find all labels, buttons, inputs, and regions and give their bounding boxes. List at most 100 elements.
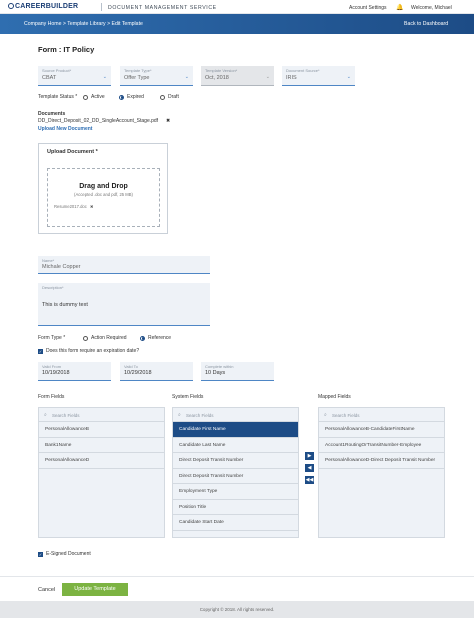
radio-selected-icon (140, 335, 145, 341)
esigned-checkbox[interactable]: ✓ E-Signed Document (38, 551, 91, 557)
status-option-label: Draft (168, 94, 179, 100)
form-type-label: Form Type * (38, 335, 66, 341)
system-fields-panel: ⌕ Search Fields Candidate First Name Cand… (172, 407, 299, 538)
top-header: CAREERBUILDER DOCUMENT MANAGEMENT SERVIC… (0, 0, 474, 14)
expiration-checkbox-label: Does this form require an expiration dat… (46, 348, 140, 354)
complete-within-value: 10 Days (205, 370, 226, 376)
list-item[interactable]: PersonalAllowanceB (39, 422, 164, 438)
search-icon: ⌕ (44, 411, 47, 418)
mapped-fields-search[interactable]: ⌕ Search Fields (319, 408, 444, 422)
list-item[interactable]: Bank1Name (39, 438, 164, 453)
search-icon: ⌕ (324, 411, 327, 418)
name-value: Michale Copper (42, 264, 81, 270)
list-item[interactable]: Position Title (173, 500, 298, 515)
search-icon: ⌕ (178, 411, 181, 418)
logo-mark-icon (8, 3, 14, 9)
template-type-label: Template Type* (124, 68, 152, 73)
drop-zone[interactable]: Drag and Drop (Accepted .doc and pdf, 25… (47, 168, 160, 227)
copyright-text: Copyright © 2018. All rights reserved. (199, 607, 275, 612)
chevron-down-icon: ⌄ (265, 74, 270, 80)
radio-icon (83, 335, 88, 341)
form-fields-title: Form Fields (38, 394, 65, 400)
source-product-label: Source Product* (42, 68, 72, 73)
source-product-value: CBAT (42, 75, 57, 81)
expiration-checkbox[interactable]: ✓ Does this form require an expiration da… (38, 348, 139, 354)
drop-subtitle: (Accepted .doc and pdf, 25 MB) (74, 192, 133, 197)
divider (0, 576, 474, 577)
description-value: This is dummy text (42, 302, 88, 308)
status-option-label: Active (91, 94, 105, 100)
valid-to-label: Valid To (124, 364, 138, 369)
radio-icon (160, 94, 165, 100)
list-item[interactable]: PersonalAllowanceB-CandidateFirstName (319, 422, 444, 438)
close-icon[interactable]: ✖ (166, 118, 170, 124)
template-type-select[interactable]: Template Type* Offer Type ⌄ (120, 66, 193, 86)
back-to-dashboard-link[interactable]: Back to Dashboard (404, 21, 448, 27)
account-settings-link[interactable]: Account Settings (349, 5, 387, 11)
breadcrumb[interactable]: Company Home > Template Library > Edit T… (24, 21, 143, 27)
page-title: Form : IT Policy (38, 45, 95, 54)
list-item[interactable]: Direct Deposit Transit Number (173, 453, 298, 469)
document-source-label: Document Source* (286, 68, 320, 73)
chevron-down-icon: ⌄ (102, 74, 107, 80)
valid-to-value: 10/29/2018 (124, 370, 152, 376)
name-input[interactable]: Name* Michale Copper (38, 256, 210, 274)
form-fields-search[interactable]: ⌕ Search Fields (39, 408, 164, 422)
document-file-link[interactable]: DD_Direct_Deposit_02_DD_SingleAccount_St… (38, 118, 158, 124)
system-fields-search[interactable]: ⌕ Search Fields (173, 408, 298, 422)
update-template-button[interactable]: Update Template (62, 583, 128, 596)
status-radio-draft[interactable]: Draft (160, 94, 179, 100)
upload-document-title: Upload Document * (47, 149, 98, 155)
form-type-option-label: Reference (148, 335, 172, 341)
form-fields-panel: ⌕ Search Fields PersonalAllowanceB Bank1N… (38, 407, 165, 538)
source-product-select[interactable]: Source Product* CBAT ⌄ (38, 66, 111, 86)
bell-icon[interactable]: 🔔 (396, 4, 403, 11)
check-icon: ✓ (38, 551, 43, 557)
app-name: DOCUMENT MANAGEMENT SERVICE (108, 4, 217, 11)
drop-title: Drag and Drop (79, 183, 128, 190)
template-version-label: Template Version* (205, 68, 238, 73)
upload-new-document-link[interactable]: Upload New Document (38, 126, 92, 132)
unmap-all-button[interactable]: ◀◀ (305, 476, 314, 484)
list-item[interactable]: PersonalAllowanceD (39, 453, 164, 469)
header-separator (101, 3, 102, 11)
status-radio-expired[interactable]: Expired (119, 94, 144, 100)
list-item[interactable]: Candidate Start Date (173, 515, 298, 531)
list-item[interactable]: Direct Deposit Transit Number (173, 469, 298, 484)
complete-within-input[interactable]: Complete within 10 Days (201, 362, 274, 381)
description-textarea[interactable]: Description* This is dummy text (38, 283, 210, 326)
valid-to-input[interactable]: Valid To 10/29/2018 (120, 362, 193, 381)
list-item[interactable]: Account1RoutingOrTransitNumber-Employee (319, 438, 444, 453)
template-version-value: Oct, 2018 (205, 75, 229, 81)
map-right-button[interactable]: ▶ (305, 452, 314, 460)
mapped-fields-panel: ⌕ Search Fields PersonalAllowanceB-Candid… (318, 407, 445, 538)
check-icon: ✓ (38, 348, 43, 354)
status-radio-active[interactable]: Active (83, 94, 105, 100)
search-placeholder: Search Fields (52, 412, 80, 418)
close-icon[interactable]: ✖ (90, 204, 94, 209)
cancel-button[interactable]: Cancel (38, 587, 55, 593)
list-item[interactable]: Candidate Last Name (173, 438, 298, 453)
list-item[interactable]: PersonalAllowanceD-Direct Deposit Transi… (319, 453, 444, 469)
valid-from-input[interactable]: Valid From 10/19/2018 (38, 362, 111, 381)
document-source-value: IRIS (286, 75, 297, 81)
list-item-selected[interactable]: Candidate First Name (173, 422, 298, 438)
form-type-radio-action-required[interactable]: Action Required (83, 335, 127, 341)
welcome-user[interactable]: Welcome, Michael (411, 5, 452, 11)
document-source-select[interactable]: Document Source* IRIS ⌄ (282, 66, 355, 86)
nav-bar: Company Home > Template Library > Edit T… (0, 14, 474, 34)
careerbuilder-logo[interactable]: CAREERBUILDER (8, 3, 78, 10)
description-label: Description* (42, 285, 64, 290)
mapped-fields-title: Mapped Fields (318, 394, 351, 400)
queued-file-name: Resume2017.doc (54, 204, 87, 209)
footer: Copyright © 2018. All rights reserved. (0, 601, 474, 618)
valid-from-value: 10/19/2018 (42, 370, 70, 376)
unmap-left-button[interactable]: ◀ (305, 464, 314, 472)
chevron-down-icon: ⌄ (184, 74, 189, 80)
radio-icon (83, 94, 88, 100)
complete-within-label: Complete within (205, 364, 234, 369)
radio-selected-icon (119, 94, 124, 100)
status-option-label: Expired (127, 94, 144, 100)
form-type-radio-reference[interactable]: Reference (140, 335, 171, 341)
list-item[interactable]: Employment Type (173, 484, 298, 500)
